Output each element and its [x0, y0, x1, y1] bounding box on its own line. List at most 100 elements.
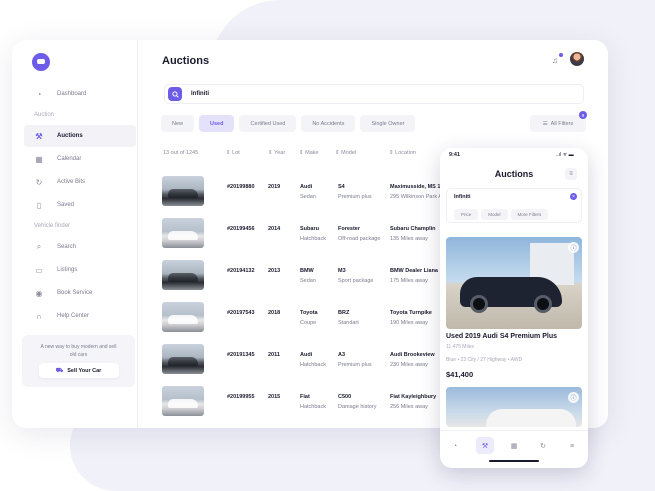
sidebar-item-help-center[interactable]: ∩ Help Center	[24, 305, 136, 327]
sidebar-item-active-bits[interactable]: ↻ Active Bits	[24, 171, 136, 193]
promo-text: A new way to buy modern and sell old car…	[40, 344, 117, 358]
year: 2011	[268, 352, 280, 358]
status-icons: ..ıl ᯤ ▬	[556, 152, 574, 158]
col-year-label: Year	[274, 150, 286, 156]
dashboard-icon[interactable]: ◔	[450, 441, 460, 451]
chip-more-filters[interactable]: More Filters	[510, 209, 549, 220]
chip-certified-used[interactable]: Certified Used	[239, 115, 297, 132]
sidebar-item-auctions[interactable]: ⚒ Auctions	[24, 125, 136, 147]
lot-number: #20199456	[227, 226, 255, 232]
location-name: Audi Brookeview	[390, 352, 435, 358]
location: Subaru Champlin 135 Miles away	[390, 224, 436, 244]
chip-new[interactable]: New	[161, 115, 195, 132]
sidebar-item-listings[interactable]: ▭ Listings	[24, 259, 136, 281]
sidebar-item-saved[interactable]: ▯ Saved	[24, 194, 136, 216]
sidebar-item-book-service[interactable]: ◉ Book Service	[24, 282, 136, 304]
sidebar-item-dashboard[interactable]: ◔ Dashboard	[24, 83, 136, 105]
refresh-icon[interactable]: ↻	[538, 441, 548, 451]
menu-icon[interactable]: ≡	[565, 168, 577, 180]
mobile-tab-bar: ◔ ⚒ ▦ ↻ ≡	[440, 430, 588, 468]
listing-photo-2[interactable]: ⓘ	[446, 387, 582, 427]
sidebar-item-label: Saved	[57, 202, 75, 208]
location: BMW Dealer Liana 175 Miles away	[390, 266, 438, 286]
col-model-label: Model	[341, 150, 357, 156]
results-count: 13 out of 1245	[163, 150, 199, 156]
col-make[interactable]: ⇕ Make	[299, 150, 319, 156]
year: 2015	[268, 394, 281, 400]
all-filters-button[interactable]: ☰ All Filters	[530, 115, 586, 132]
status-time: 9:41	[449, 152, 461, 158]
package: Standart	[338, 320, 359, 326]
sidebar-item-label: Listings	[57, 267, 78, 273]
search-input[interactable]: Infiniti	[191, 91, 209, 97]
col-lot-label: Lot	[232, 150, 240, 156]
body-type: Sedan	[300, 194, 316, 200]
mobile-search-input[interactable]: Infiniti	[454, 194, 471, 200]
package: Premium plus	[338, 194, 372, 200]
col-lot[interactable]: ⇕ Lot	[226, 150, 240, 156]
model: C500 Damage history	[338, 392, 377, 412]
bell-icon[interactable]: ♫	[552, 56, 558, 65]
model-name: M3	[338, 268, 346, 274]
package: Sport package	[338, 278, 374, 284]
search-button[interactable]	[168, 87, 182, 101]
wheel-shape	[470, 295, 488, 313]
page-title: Auctions	[162, 55, 210, 67]
make-name: BMW	[300, 268, 314, 274]
info-icon[interactable]: ⓘ	[568, 242, 579, 253]
distance: 175 Miles away	[390, 278, 428, 284]
make-name: Subaru	[300, 226, 319, 232]
chip-single-owner[interactable]: Single Owner	[360, 115, 416, 132]
search-bar[interactable]: Infiniti	[164, 84, 584, 104]
sidebar-item-search[interactable]: ⌕ Search	[24, 236, 136, 258]
search-icon	[171, 90, 179, 98]
model-name: Forester	[338, 226, 361, 232]
body-type: Hatchback	[300, 404, 326, 410]
lot-number: #20199880	[227, 184, 255, 190]
lot-number: #20199955	[227, 394, 255, 400]
menu-icon[interactable]: ≡	[567, 441, 577, 451]
info-icon[interactable]: ⓘ	[568, 392, 579, 403]
wheel-shape	[534, 295, 552, 313]
col-location[interactable]: ⇕ Location	[389, 150, 416, 156]
model-name: C500	[338, 394, 352, 400]
gavel-icon[interactable]: ⚒	[480, 441, 490, 451]
make: BMW Sedan	[300, 266, 316, 286]
car-thumbnail	[162, 302, 204, 332]
make-name: Audi	[300, 352, 313, 358]
sidebar-item-calendar[interactable]: ▦ Calendar	[24, 148, 136, 170]
sidebar-item-label: Search	[57, 244, 77, 250]
sidebar-item-label: Auctions	[57, 133, 83, 139]
car-thumbnail	[162, 176, 204, 206]
listing-name[interactable]: Used 2019 Audi S4 Premium Plus	[446, 333, 557, 340]
lot-number: #20191345	[227, 352, 255, 358]
col-location-label: Location	[395, 150, 416, 156]
body-type: Hatchback	[300, 362, 326, 368]
mobile-app: 9:41 ..ıl ᯤ ▬ Auctions ≡ Infiniti × Pric…	[440, 148, 588, 468]
search-icon: ⌕	[36, 242, 42, 251]
mobile-search-box[interactable]: Infiniti × Price Model More Filters	[446, 188, 582, 223]
make-name: Fiat	[300, 394, 310, 400]
listings-icon: ▭	[35, 265, 43, 275]
chip-no-accidents[interactable]: No Accidents	[301, 115, 356, 132]
listing-photo[interactable]: ⓘ	[446, 237, 582, 329]
chip-price[interactable]: Price	[454, 209, 479, 220]
chip-model[interactable]: Model	[481, 209, 508, 220]
headset-icon: ∩	[36, 311, 42, 321]
target-icon: ◉	[35, 288, 43, 298]
avatar[interactable]	[570, 52, 584, 66]
body-type: Coupe	[300, 320, 317, 326]
bookmark-icon: ▯	[36, 200, 42, 210]
calendar-icon[interactable]: ▦	[509, 441, 519, 451]
lot-number: #20194132	[227, 268, 255, 274]
sell-your-car-button[interactable]: ⛟ Sell Your Car	[38, 363, 119, 378]
sidebar: ◔ Dashboard Auction ⚒ Auctions ▦ Calenda…	[12, 40, 138, 428]
distance: 256 Miles away	[390, 404, 428, 410]
chip-used[interactable]: Used	[199, 115, 235, 132]
calendar-icon: ▦	[35, 154, 43, 164]
clear-search-icon[interactable]: ×	[570, 193, 577, 200]
year: 2018	[268, 310, 281, 316]
col-year[interactable]: ⇕ Year	[268, 150, 285, 156]
col-model[interactable]: ⇕ Model	[335, 150, 356, 156]
logo-icon[interactable]	[32, 53, 50, 71]
